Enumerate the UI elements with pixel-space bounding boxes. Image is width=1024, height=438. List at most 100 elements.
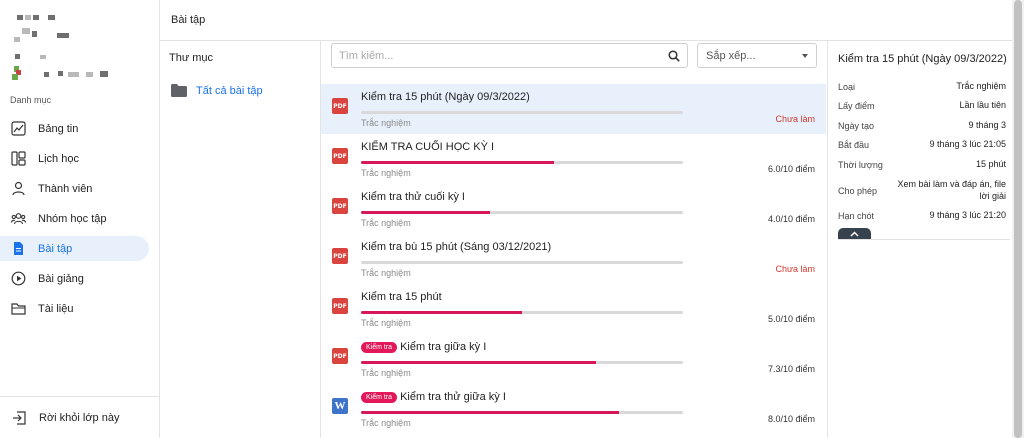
pdf-file-icon: PDF (332, 148, 348, 164)
sidebar-item-label: Lịch học (38, 152, 79, 165)
detail-row: Loại Trắc nghiệm (838, 77, 1006, 97)
page-scrollbar[interactable] (1012, 0, 1024, 438)
sidebar-item-label: Bảng tin (38, 122, 79, 135)
play-circle-icon (11, 271, 26, 286)
detail-value: Trắc nghiệm (956, 80, 1006, 91)
assignment-list-panel: Sắp xếp... PDF Kiểm tra 15 phút (Ngày 09/… (321, 41, 826, 438)
score-label: 6.0/10 điểm (767, 164, 815, 174)
assignment-row[interactable]: PDF Kiểm tra bù 15 phút (Sáng 03/12/2021)… (321, 234, 826, 284)
sidebar-footer: Rời khỏi lớp này (0, 396, 160, 438)
sidebar-item-study-groups[interactable]: Nhóm học tập (0, 206, 149, 231)
sidebar-item-lectures[interactable]: Bài giảng (0, 266, 149, 291)
assignment-row[interactable]: PDF Kiểm tra 15 phút Trắc nghiệm 5.0/10 điể… (321, 284, 826, 334)
score-progress-bar (361, 161, 683, 164)
assignment-title-text: Kiểm tra bù 15 phút (Sáng 03/12/2021) (361, 241, 552, 253)
assignment-title-text: KIỂM TRA CUỐI HỌC KỲ I (361, 141, 495, 153)
assignment-type: Trắc nghiệm (361, 118, 411, 128)
page-title: Bài tập (171, 14, 206, 26)
detail-key: Hạn chót (838, 211, 875, 222)
assignment-row[interactable]: PDF Kiểm tra 15 phút (Ngày 09/3/2022) Trắc… (321, 84, 826, 134)
word-file-icon: W (332, 398, 348, 414)
page-header: Bài tập (160, 0, 1015, 41)
assignment-title-text: Kiểm tra giữa kỳ I (400, 341, 487, 353)
pdf-file-icon: PDF (332, 348, 348, 364)
detail-value: 15 phút (975, 158, 1006, 169)
assignment-title-text: Kiểm tra 15 phút (361, 291, 442, 303)
sidebar-item-schedule[interactable]: Lịch học (0, 146, 149, 171)
score-progress-bar (361, 111, 683, 114)
assignment-row[interactable]: PDF Kiểm tra Kiểm tra giữa kỳ I Trắc nghiệm… (321, 334, 826, 384)
sidebar-item-news[interactable]: Bảng tin (0, 116, 149, 141)
detail-key: Ngày tạo (838, 120, 875, 131)
folder-all-assignments-label: Tất cả bài tập (196, 84, 263, 97)
folder-icon (11, 301, 26, 316)
score-progress-fill (361, 161, 555, 164)
search-box (331, 43, 688, 68)
detail-row: Cho phép Xem bài làm và đáp án, file lời … (838, 175, 1006, 207)
score-progress-bar (361, 311, 683, 314)
sidebar: Danh mục Bảng tin Lịch học Thành viên Nh… (0, 0, 160, 438)
score-progress-fill (361, 361, 597, 364)
assignment-title: KIỂM TRA CUỐI HỌC KỲ I (361, 141, 494, 153)
detail-value: 9 tháng 3 lúc 21:20 (929, 210, 1006, 221)
sidebar-nav: Bảng tin Lịch học Thành viên Nhóm học tậ… (0, 116, 160, 326)
chevron-up-icon (850, 229, 859, 240)
exam-badge: Kiểm tra (361, 391, 398, 403)
folder-panel: Thư mục Tất cả bài tập (160, 41, 321, 438)
sidebar-item-label: Thành viên (38, 182, 93, 195)
sidebar-item-label: Bài giảng (38, 272, 84, 285)
detail-row: Ngày tạo 9 tháng 3 (838, 116, 1006, 136)
folder-all-assignments[interactable]: Tất cả bài tập (171, 84, 263, 97)
status-not-done: Chưa làm (775, 264, 815, 274)
score-progress-bar (361, 361, 683, 364)
user-icon (11, 181, 26, 196)
folder-panel-title: Thư mục (169, 52, 214, 64)
exit-icon (12, 411, 26, 425)
score-label: 5.0/10 điểm (767, 314, 815, 324)
exam-badge: Kiểm tra (361, 341, 398, 353)
assignment-title-text: Kiểm tra thử giữa kỳ I (400, 391, 506, 403)
score-progress-fill (361, 411, 619, 414)
detail-key: Lấy điểm (838, 101, 875, 112)
sidebar-item-members[interactable]: Thành viên (0, 176, 149, 201)
category-label: Danh mục (10, 95, 52, 105)
detail-value: Lần lầu tiên (959, 100, 1006, 111)
sort-dropdown-label: Sắp xếp... (706, 49, 756, 62)
detail-value: Xem bài làm và đáp án, file lời giải (897, 178, 1006, 201)
score-label: 7.3/10 điểm (767, 364, 815, 374)
detail-properties: Loại Trắc nghiệm Lấy điểm Lần lầu tiên Ngày … (838, 77, 1006, 226)
sidebar-item-assignments[interactable]: Bài tập (0, 236, 149, 261)
detail-key: Cho phép (838, 185, 878, 196)
assignment-title: Kiểm tra bù 15 phút (Sáng 03/12/2021) (361, 241, 551, 253)
assignment-row[interactable]: PDF KIỂM TRA CUỐI HỌC KỲ I Trắc nghiệm 6.0/… (321, 134, 826, 184)
detail-key: Bắt đầu (838, 140, 870, 151)
detail-row: Bắt đầu 9 tháng 3 lúc 21:05 (838, 136, 1006, 156)
sort-dropdown[interactable]: Sắp xếp... (697, 43, 817, 68)
assignment-list: PDF Kiểm tra 15 phút (Ngày 09/3/2022) Trắc… (321, 84, 826, 434)
assignment-title: Kiểm tra 15 phút (Ngày 09/3/2022) (361, 91, 530, 103)
trending-chart-icon (11, 121, 26, 136)
chevron-down-icon (802, 53, 808, 58)
score-progress-fill (361, 311, 522, 314)
assignment-type: Trắc nghiệm (361, 368, 411, 378)
status-not-done: Chưa làm (775, 114, 815, 124)
search-input[interactable] (339, 49, 661, 62)
pdf-file-icon: PDF (332, 298, 348, 314)
assignment-detail-panel: Kiểm tra 15 phút (Ngày 09/3/2022) Loại Tr… (827, 41, 1010, 438)
sidebar-item-documents[interactable]: Tài liệu (0, 296, 149, 321)
score-progress-bar (361, 261, 683, 264)
scrollbar-thumb[interactable] (1014, 0, 1022, 438)
score-progress-fill (361, 211, 490, 214)
leave-class-button[interactable]: Rời khỏi lớp này (0, 397, 160, 438)
assignment-row[interactable]: W Kiểm tra Kiểm tra thử giữa kỳ I Trắc nghi… (321, 384, 826, 434)
assignment-type: Trắc nghiệm (361, 268, 411, 278)
detail-key: Loại (838, 81, 856, 92)
leave-class-label: Rời khỏi lớp này (39, 412, 120, 424)
assignment-title: Kiểm tra 15 phút (361, 291, 442, 303)
search-icon[interactable] (661, 49, 687, 62)
assignment-title: Kiểm tra Kiểm tra giữa kỳ I (361, 341, 486, 353)
assignment-title: Kiểm tra Kiểm tra thử giữa kỳ I (361, 391, 506, 403)
pdf-file-icon: PDF (332, 248, 348, 264)
assignment-title: Kiểm tra thử cuối kỳ I (361, 191, 465, 203)
assignment-row[interactable]: PDF Kiểm tra thử cuối kỳ I Trắc nghiệm 4.0/… (321, 184, 826, 234)
